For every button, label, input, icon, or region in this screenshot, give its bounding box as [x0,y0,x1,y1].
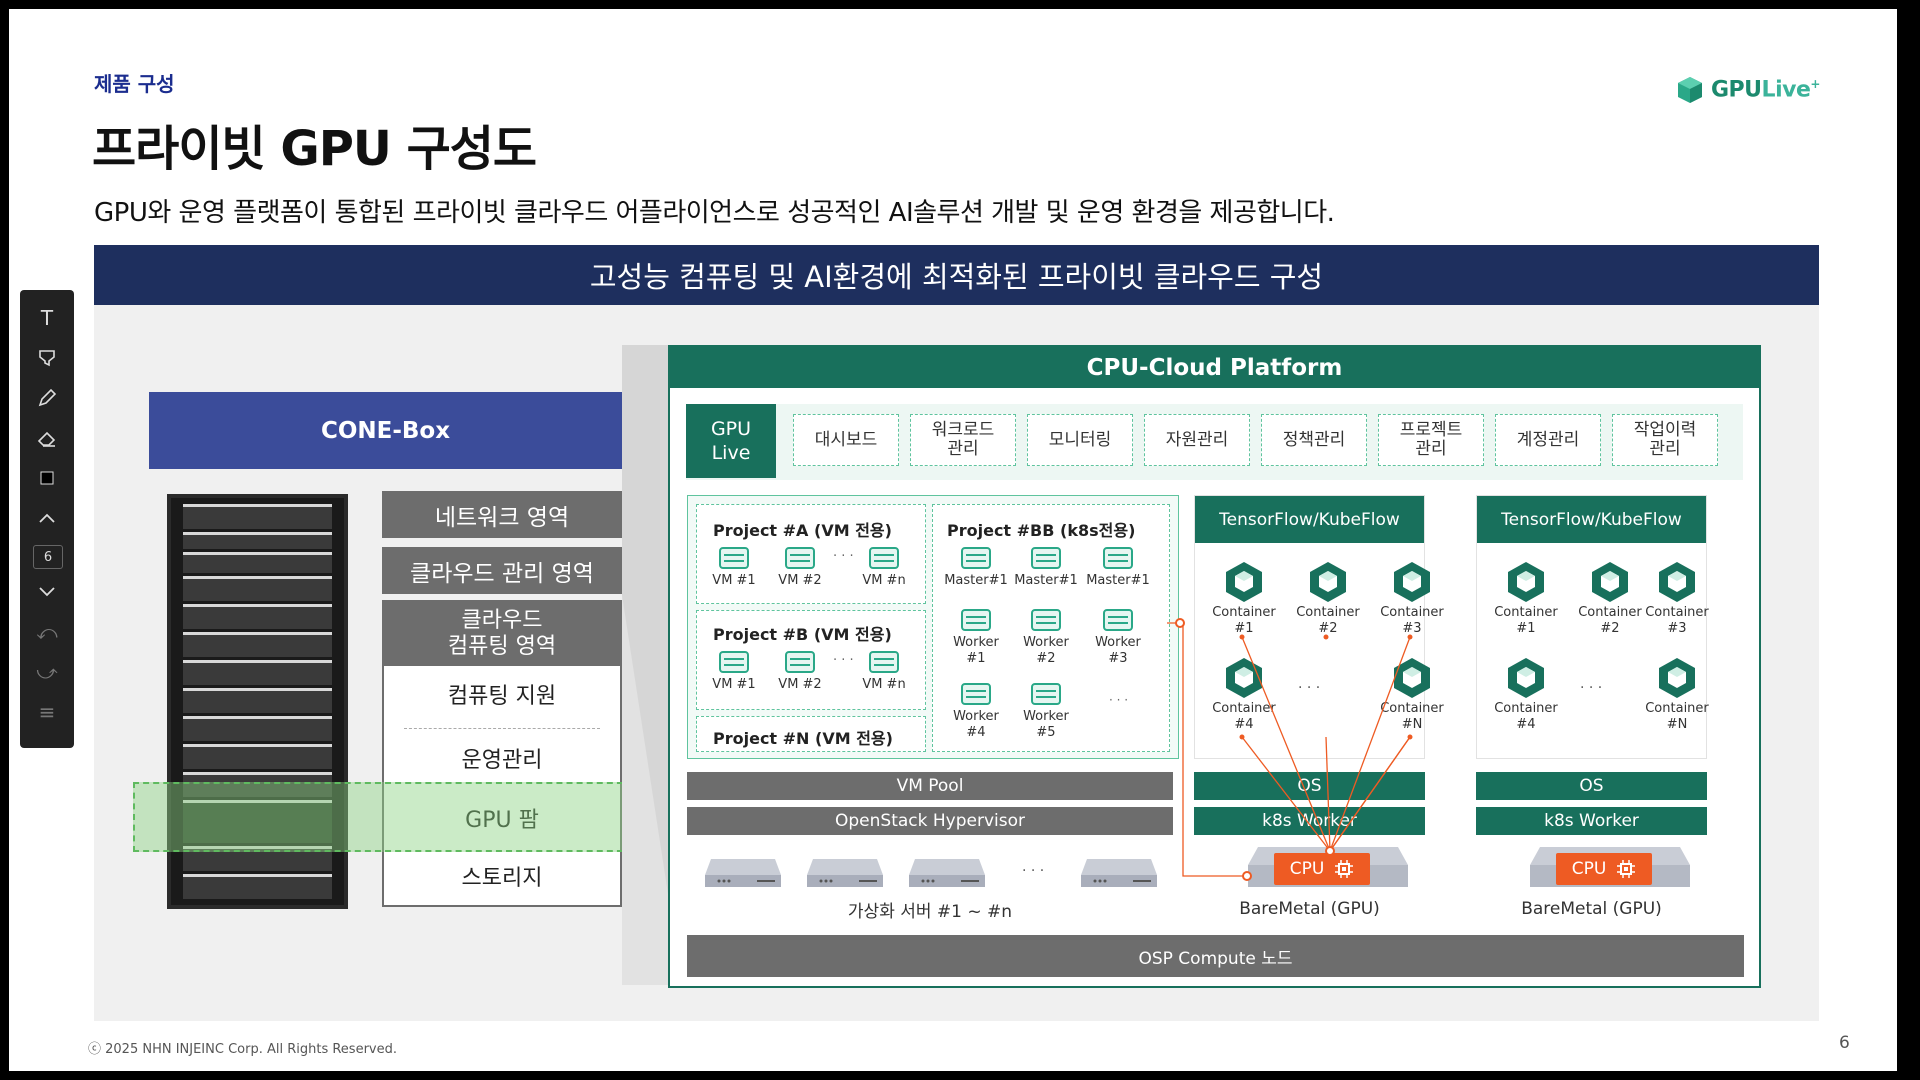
section-banner: 고성능 컴퓨팅 및 AI환경에 최적화된 프라이빗 클라우드 구성 [94,245,1819,305]
logo-plus: + [1810,77,1820,92]
undo-icon[interactable]: ⤺ [33,618,61,646]
cloud-computing-head: 클라우드 컴퓨팅 영역 [384,602,620,666]
gpu-farm-highlight [133,782,633,852]
storage-item: 스토리지 [461,865,543,891]
cone-box-title: CONE-Box [149,392,622,469]
slide-title: 프라이빗 GPU 구성도 [92,121,537,177]
redo-icon[interactable]: ⤻ [33,658,61,686]
chevron-up-icon[interactable] [33,504,61,532]
slide-kicker: 제품 구성 [94,72,175,96]
eraser-icon[interactable] [33,424,61,452]
logo-text-main: GPU [1711,77,1762,103]
cloud-computing-area: 클라우드 컴퓨팅 영역 컴퓨팅 지원 운영관리 GPU 팜 스토리지 [382,600,622,907]
copyright-footer: ⓒ 2025 NHN INJEINC Corp. All Rights Rese… [88,1042,397,1057]
page-number: 6 [1839,1033,1850,1053]
logo-text-accent: Live [1761,77,1811,103]
cube-logo-icon [1678,77,1702,103]
toolbar-page-indicator: 6 [33,545,63,569]
cpu-cloud-platform: CPU-Cloud Platform GPU Live 대시보드 워크로드 관리… [668,345,1761,988]
cloud-management-area: 클라우드 관리 영역 [382,547,622,594]
slide: 제품 구성 프라이빗 GPU 구성도 GPU와 운영 플랫폼이 통합된 프라이빗… [9,9,1897,1071]
highlighter-icon[interactable] [33,344,61,372]
pen-icon[interactable] [33,384,61,412]
chevron-down-icon[interactable] [33,578,61,606]
osp-compute-node-bar: OSP Compute 노드 [687,935,1744,977]
operations-item: 운영관리 [461,747,543,773]
presentation-viewer: 제품 구성 프라이빗 GPU 구성도 GPU와 운영 플랫폼이 통합된 프라이빗… [0,0,1920,1080]
network-area: 네트워크 영역 [382,491,622,538]
annotation-toolbar: T 6 ⤺ ⤻ ≡ [20,290,74,748]
computing-support-item: 컴퓨팅 지원 [447,683,557,709]
gpulive-logo: GPULive+ [1675,75,1820,105]
stop-icon[interactable] [33,464,61,492]
menu-icon[interactable]: ≡ [33,698,61,726]
gpu-connection-lines [1167,618,1413,881]
text-tool-icon[interactable]: T [33,304,61,332]
slide-subtitle: GPU와 운영 플랫폼이 통합된 프라이빗 클라우드 어플라이언스로 성공적인 … [94,198,1335,228]
